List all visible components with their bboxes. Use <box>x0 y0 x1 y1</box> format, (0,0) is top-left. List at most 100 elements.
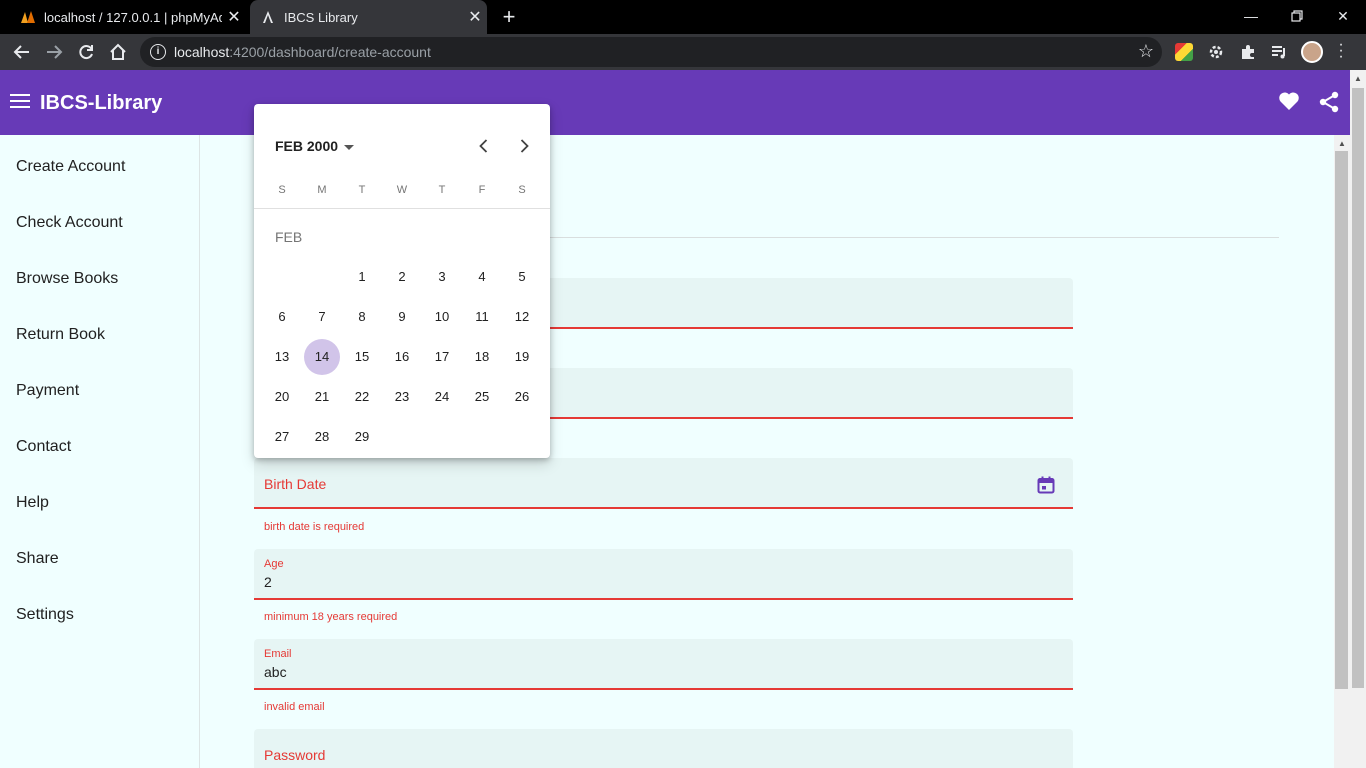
close-tab-icon[interactable]: ✕ <box>222 7 246 27</box>
calendar-day[interactable]: 4 <box>464 259 500 295</box>
calendar-day[interactable]: 7 <box>304 299 340 335</box>
angular-icon <box>260 9 276 25</box>
scroll-up-arrow-icon: ▲ <box>1338 139 1346 148</box>
extensions-puzzle-icon[interactable] <box>1239 43 1257 61</box>
calendar-day[interactable]: 11 <box>464 299 500 335</box>
site-info-icon[interactable]: i <box>150 44 166 60</box>
sidebar-item-contact[interactable]: Contact <box>16 438 71 456</box>
password-field[interactable]: Password <box>254 729 1073 768</box>
app-title: IBCS-Library <box>40 92 163 114</box>
sidebar-item-browse-books[interactable]: Browse Books <box>16 270 118 288</box>
calendar-day[interactable]: 3 <box>424 259 460 295</box>
birth-date-field[interactable]: Birth Date <box>254 458 1073 509</box>
close-tab-icon[interactable]: ✕ <box>463 7 487 27</box>
calendar-day[interactable]: 8 <box>344 299 380 335</box>
sidebar-item-payment[interactable]: Payment <box>16 382 79 400</box>
weekday-header: T <box>438 184 446 196</box>
weekday-header: M <box>317 184 327 196</box>
sidebar-item-help[interactable]: Help <box>16 494 49 512</box>
calendar-day[interactable]: 10 <box>424 299 460 335</box>
calendar-day[interactable]: 12 <box>504 299 540 335</box>
calendar-day[interactable]: 17 <box>424 339 460 375</box>
content-scrollbar[interactable]: ▲ <box>1334 135 1350 768</box>
calendar-day[interactable]: 13 <box>264 339 300 375</box>
back-icon[interactable] <box>8 38 36 66</box>
scroll-up-arrow-icon: ▲ <box>1354 74 1362 83</box>
tab-ibcs-library[interactable]: IBCS Library ✕ <box>250 0 487 34</box>
age-value: 2 <box>264 574 272 590</box>
next-month-icon[interactable] <box>514 136 534 156</box>
sidebar-item-return-book[interactable]: Return Book <box>16 326 105 344</box>
weekday-divider <box>254 208 550 209</box>
datepicker-popup: FEB 2000 SMTWTFS FEB 1 2 3 4 5 6 7 8 9 10 11 12 13 14… <box>254 104 550 458</box>
calendar-day[interactable]: 21 <box>304 379 340 415</box>
extension-gear-icon[interactable] <box>1207 43 1225 61</box>
sidebar-item-create-account[interactable]: Create Account <box>16 158 125 176</box>
weekday-header: S <box>278 184 286 196</box>
calendar-day[interactable]: 5 <box>504 259 540 295</box>
profile-avatar[interactable] <box>1301 41 1323 63</box>
calendar-day[interactable]: 25 <box>464 379 500 415</box>
tab-strip: localhost / 127.0.0.1 | phpMyAdmin ✕ IBC… <box>0 0 1366 34</box>
email-value: abc <box>264 664 287 680</box>
calendar-day[interactable]: 9 <box>384 299 420 335</box>
hamburger-menu-icon[interactable] <box>10 94 30 112</box>
app-root: IBCS-Library Create Account Check Accoun… <box>0 70 1350 768</box>
browser-menu-icon[interactable]: · · · <box>1336 37 1346 65</box>
media-queue-icon[interactable] <box>1270 43 1288 61</box>
month-label: FEB <box>275 229 303 245</box>
calendar-day[interactable]: 2 <box>384 259 420 295</box>
home-icon[interactable] <box>104 38 132 66</box>
extension-colorful-icon[interactable] <box>1175 43 1193 61</box>
calendar-day[interactable]: 23 <box>384 379 420 415</box>
address-bar[interactable]: i localhost:4200/dashboard/create-accoun… <box>140 37 1162 67</box>
tab-title: IBCS Library <box>284 9 358 25</box>
calendar-day[interactable]: 20 <box>264 379 300 415</box>
calendar-day[interactable]: 27 <box>264 419 300 455</box>
app-toolbar: IBCS-Library <box>0 70 1350 135</box>
favorite-heart-icon[interactable] <box>1278 90 1300 118</box>
url-text: localhost:4200/dashboard/create-account <box>174 44 431 60</box>
weekday-header: S <box>518 184 526 196</box>
minimize-icon[interactable]: — <box>1228 0 1274 32</box>
calendar-day[interactable]: 28 <box>304 419 340 455</box>
email-label: Email <box>264 648 292 660</box>
email-field[interactable]: Email abc <box>254 639 1073 690</box>
previous-month-icon[interactable] <box>474 136 494 156</box>
birth-date-label: Birth Date <box>264 476 327 492</box>
close-window-icon[interactable]: ✕ <box>1320 0 1366 32</box>
calendar-day[interactable]: 1 <box>344 259 380 295</box>
sidebar-item-settings[interactable]: Settings <box>16 606 74 624</box>
restore-icon[interactable] <box>1274 0 1320 32</box>
calendar-day-selected[interactable]: 14 <box>304 339 340 375</box>
password-label: Password <box>264 747 326 763</box>
forward-icon[interactable] <box>40 38 68 66</box>
calendar-icon[interactable] <box>1037 476 1055 494</box>
calendar-day[interactable]: 29 <box>344 419 380 455</box>
weekday-header: W <box>396 184 408 196</box>
page-scrollbar[interactable]: ▲ <box>1350 70 1366 768</box>
share-icon[interactable] <box>1318 90 1340 114</box>
sidebar-item-check-account[interactable]: Check Account <box>16 214 123 232</box>
age-field[interactable]: Age 2 <box>254 549 1073 600</box>
new-tab-icon[interactable]: + <box>498 6 520 28</box>
calendar-day[interactable]: 24 <box>424 379 460 415</box>
tab-phpmyadmin[interactable]: localhost / 127.0.0.1 | phpMyAdmin ✕ <box>10 0 246 34</box>
sidebar-item-share[interactable]: Share <box>16 550 59 568</box>
birth-date-error: birth date is required <box>264 521 365 533</box>
period-selector-button[interactable]: FEB 2000 <box>275 138 355 154</box>
calendar-day[interactable]: 6 <box>264 299 300 335</box>
calendar-day[interactable]: 19 <box>504 339 540 375</box>
calendar-day[interactable]: 26 <box>504 379 540 415</box>
page-scrollbar-thumb[interactable] <box>1352 88 1364 688</box>
calendar-day[interactable]: 18 <box>464 339 500 375</box>
content-scrollbar-thumb[interactable] <box>1335 151 1348 689</box>
browser-toolbar: i localhost:4200/dashboard/create-accoun… <box>0 34 1366 70</box>
calendar-day[interactable]: 16 <box>384 339 420 375</box>
calendar-day[interactable]: 22 <box>344 379 380 415</box>
reload-icon[interactable] <box>72 38 100 66</box>
tab-title: localhost / 127.0.0.1 | phpMyAdmin <box>44 9 222 25</box>
calendar-day[interactable]: 15 <box>344 339 380 375</box>
bookmark-star-icon[interactable]: ☆ <box>1138 41 1154 62</box>
phpmyadmin-icon <box>20 9 36 25</box>
